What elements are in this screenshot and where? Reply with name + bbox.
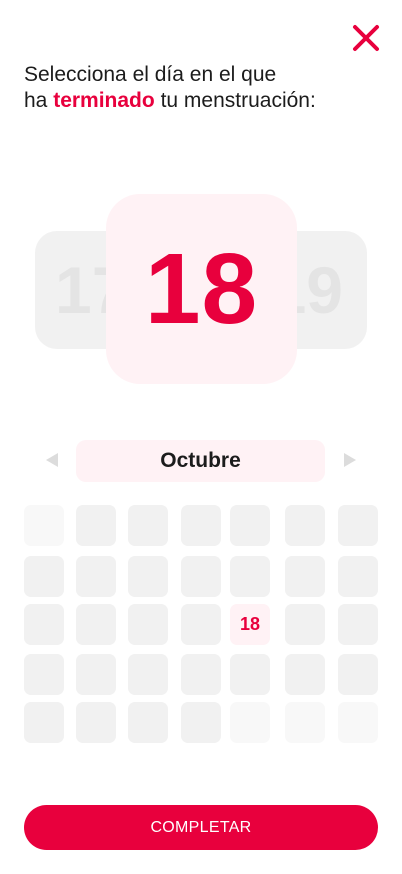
calendar-day[interactable]: [76, 556, 116, 597]
calendar-day[interactable]: [338, 556, 378, 597]
close-icon[interactable]: [349, 21, 383, 55]
calendar-day[interactable]: [76, 505, 116, 546]
selected-day-label: 18: [144, 233, 259, 345]
calendar-day[interactable]: [338, 654, 378, 695]
calendar-day[interactable]: [230, 702, 270, 743]
calendar-day[interactable]: [24, 702, 64, 743]
calendar-day[interactable]: [24, 556, 64, 597]
calendar-day[interactable]: [76, 604, 116, 645]
calendar-day[interactable]: [338, 505, 378, 546]
calendar-day[interactable]: [285, 505, 325, 546]
calendar-day[interactable]: [181, 654, 221, 695]
calendar-day[interactable]: [338, 604, 378, 645]
triangle-left-icon[interactable]: [46, 453, 58, 467]
calendar-day[interactable]: [128, 702, 168, 743]
calendar-day[interactable]: [128, 654, 168, 695]
calendar-day[interactable]: [285, 604, 325, 645]
calendar-day[interactable]: [128, 556, 168, 597]
day-picker-selected[interactable]: 18: [106, 194, 297, 384]
triangle-right-icon[interactable]: [344, 453, 356, 467]
calendar-day[interactable]: [128, 604, 168, 645]
calendar-day[interactable]: [76, 654, 116, 695]
title-line-1: Selecciona el día en el que: [24, 63, 277, 86]
calendar-day[interactable]: [285, 702, 325, 743]
calendar-day[interactable]: [338, 702, 378, 743]
calendar-day-selected[interactable]: 18: [230, 604, 270, 645]
complete-button[interactable]: COMPLETAR: [24, 805, 378, 850]
title-accent: terminado: [53, 89, 155, 112]
title-prefix: ha: [24, 89, 48, 112]
calendar-day[interactable]: [230, 505, 270, 546]
calendar-day[interactable]: [24, 505, 64, 546]
calendar-day[interactable]: [24, 654, 64, 695]
calendar-day[interactable]: [24, 604, 64, 645]
calendar-day[interactable]: [230, 556, 270, 597]
calendar-day[interactable]: [181, 702, 221, 743]
page-title: Selecciona el día en el que ha terminado…: [24, 62, 384, 114]
calendar-day[interactable]: [230, 654, 270, 695]
calendar-day[interactable]: [76, 702, 116, 743]
calendar-day[interactable]: [285, 556, 325, 597]
title-line-2: ha terminado tu menstruación:: [24, 88, 384, 114]
calendar-day[interactable]: [181, 505, 221, 546]
month-selector: Octubre: [0, 440, 402, 482]
calendar-day[interactable]: [181, 604, 221, 645]
calendar-day[interactable]: [128, 505, 168, 546]
calendar-day[interactable]: [181, 556, 221, 597]
title-suffix: tu menstruación:: [160, 89, 316, 112]
calendar-day[interactable]: [285, 654, 325, 695]
month-label[interactable]: Octubre: [76, 440, 325, 482]
